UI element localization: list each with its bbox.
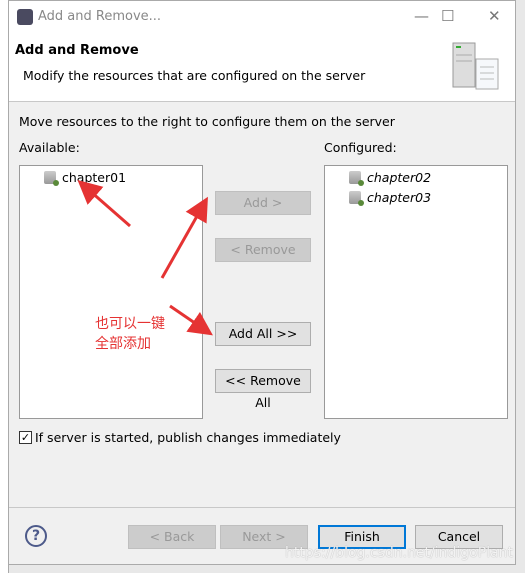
arrow [160, 196, 208, 279]
arrow [169, 304, 213, 336]
annotation-arrows [77, 180, 213, 336]
arrow [77, 180, 131, 228]
annotation-text: 也可以一键 全部添加 [95, 316, 165, 352]
watermark: https://blog.csdn.net/indigoPlant [285, 545, 514, 561]
